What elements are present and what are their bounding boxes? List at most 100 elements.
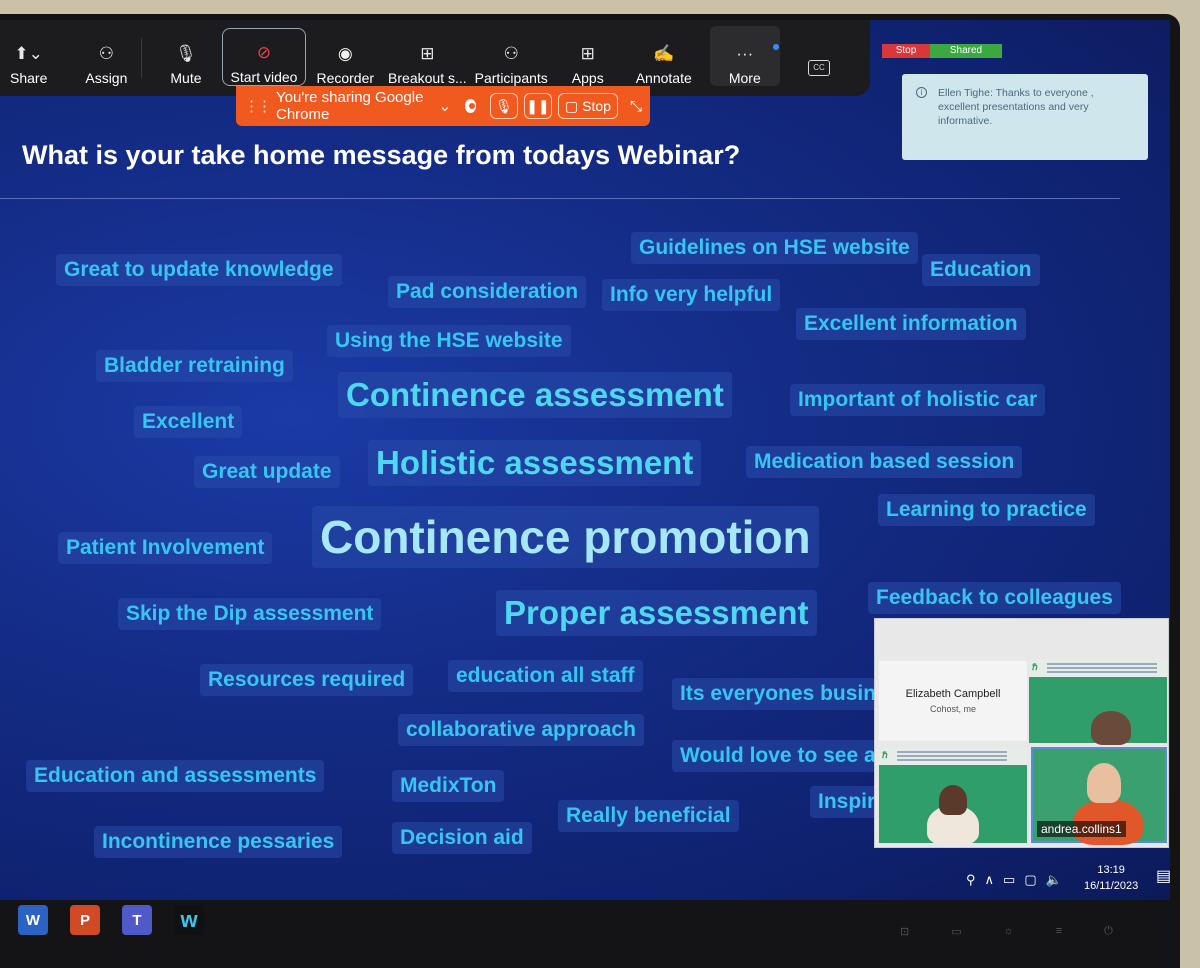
- word-cloud-item: Proper assessment: [496, 590, 817, 636]
- word-cloud-item: Important of holistic car: [790, 384, 1046, 416]
- word-cloud-item: Skip the Dip assessment: [118, 598, 382, 630]
- mute-label: Mute: [170, 70, 202, 86]
- clock-date: 16/11/2023: [1084, 880, 1139, 892]
- active-speaker-tile[interactable]: andrea.collins1: [1031, 747, 1167, 845]
- mute-button[interactable]: 🎙 Mute: [160, 26, 211, 86]
- shared-slide-thumbnail: [1029, 659, 1167, 677]
- participants-label: Participants: [474, 70, 548, 86]
- display-icon[interactable]: ▢: [1024, 872, 1036, 888]
- collapse-icon[interactable]: ⤡: [630, 98, 642, 115]
- share-screen-icon: ⬆⌄: [14, 44, 43, 63]
- picture-mode-icon[interactable]: ▭: [951, 925, 961, 938]
- toolbar-divider: [141, 38, 143, 78]
- chevron-down-icon[interactable]: ⌄: [439, 97, 452, 115]
- stop-share-label: Stop: [582, 98, 611, 114]
- captions-button[interactable]: CC: [808, 60, 830, 76]
- annotate-label: Annotate: [635, 70, 692, 86]
- drag-handle-icon[interactable]: ⋮⋮: [244, 97, 272, 115]
- word-cloud-item: Its everyones busin: [672, 678, 885, 710]
- system-tray: ⚲ ∧ ▭ ▢ 🔈: [966, 862, 1062, 898]
- word-cloud-item: Feedback to colleagues: [868, 582, 1121, 614]
- assign-button[interactable]: ⚇ Assign: [75, 26, 137, 86]
- notifications-icon[interactable]: ▤: [1156, 866, 1170, 886]
- system-clock[interactable]: 13:19 16/11/2023: [1084, 862, 1138, 894]
- stop-share-button[interactable]: ▢ Stop: [557, 93, 618, 119]
- participant-tile-video[interactable]: ℏ: [1029, 659, 1167, 745]
- word-cloud-item: Using the HSE website: [327, 325, 571, 357]
- pause-share-indicator-icon[interactable]: [465, 99, 476, 113]
- participant-video-panel: Elizabeth Campbell Cohost, me ℏ ℏ andrea…: [874, 618, 1169, 848]
- word-cloud-item: Bladder retraining: [96, 350, 293, 382]
- participant-role: Cohost, me: [929, 704, 977, 714]
- recorder-label: Recorder: [316, 70, 375, 86]
- people-icon[interactable]: ⚲: [966, 872, 976, 888]
- screen: What is your take home message from toda…: [0, 20, 1170, 900]
- brightness-icon[interactable]: ☼: [1004, 925, 1014, 938]
- powerpoint-app-icon[interactable]: P: [70, 905, 100, 935]
- breakout-rooms-label: Breakout s...: [388, 70, 467, 86]
- breakout-rooms-button[interactable]: ⊞ Breakout s...: [384, 26, 471, 86]
- participants-icon: ⚇: [503, 44, 519, 63]
- participant-tile-video[interactable]: ℏ: [879, 747, 1027, 845]
- annotate-icon: ✍: [653, 44, 675, 63]
- info-icon: i: [916, 87, 927, 98]
- volume-icon[interactable]: 🔈: [1046, 872, 1062, 888]
- power-icon[interactable]: ⏻: [1104, 925, 1113, 938]
- word-cloud-item: Great update: [194, 456, 340, 488]
- sharing-status: You're sharing Google Chrome: [276, 89, 424, 123]
- word-cloud-item: education all staff: [448, 660, 643, 692]
- chevron-up-icon[interactable]: ∧: [985, 872, 995, 888]
- recorder-button[interactable]: ◉ Recorder: [306, 26, 384, 86]
- microphone-toggle-button[interactable]: 🎙: [489, 93, 518, 119]
- chat-message: Ellen Tighe: Thanks to everyone , excell…: [938, 87, 1094, 127]
- word-cloud-item: Great to update knowledge: [56, 254, 342, 286]
- clock-time: 13:19: [1097, 864, 1125, 876]
- word-cloud-item: MedixTon: [392, 770, 505, 802]
- share-label: Share: [10, 70, 48, 86]
- shared-slide-thumbnail: [879, 747, 1027, 765]
- word-cloud-item: Resources required: [200, 664, 414, 696]
- share-button[interactable]: ⬆⌄ Share: [0, 26, 57, 86]
- word-cloud-item: Learning to practice: [878, 494, 1095, 526]
- webex-app-icon[interactable]: w: [174, 905, 204, 935]
- word-cloud-item: Would love to see a: [672, 740, 884, 772]
- word-cloud-item: Medication based session: [746, 446, 1023, 478]
- annotate-button[interactable]: ✍ Annotate: [626, 26, 702, 86]
- network-icon[interactable]: ▭: [1003, 872, 1015, 888]
- chat-notification[interactable]: i Ellen Tighe: Thanks to everyone , exce…: [902, 74, 1148, 160]
- word-cloud-item: Education: [922, 254, 1040, 286]
- pause-share-button[interactable]: ❚❚: [523, 93, 552, 119]
- screen-share-bar: ⋮⋮ You're sharing Google Chrome ⌄ 🎙 ❚❚ ▢…: [236, 86, 650, 126]
- video-off-icon: ⊘: [256, 43, 272, 62]
- input-source-icon[interactable]: ⊡: [900, 925, 909, 938]
- word-cloud-item: Guidelines on HSE website: [631, 232, 918, 264]
- menu-icon[interactable]: ≡: [1056, 925, 1062, 938]
- participant-head: [1087, 763, 1121, 803]
- word-cloud-item: collaborative approach: [398, 714, 644, 746]
- start-video-button[interactable]: ⊘ Start video: [221, 28, 307, 86]
- participant-head: [939, 785, 967, 815]
- stop-indicator[interactable]: Stop: [882, 44, 930, 58]
- more-icon: ···: [736, 44, 754, 63]
- shared-indicator: Shared: [930, 44, 1002, 58]
- participants-button[interactable]: ⚇ Participants: [471, 26, 552, 86]
- more-button[interactable]: ··· More: [709, 26, 780, 86]
- taskbar: W P T w: [18, 905, 204, 935]
- teams-app-icon[interactable]: T: [122, 905, 152, 935]
- word-cloud-item: Continence assessment: [338, 372, 732, 418]
- notification-dot: [773, 44, 779, 50]
- word-cloud-item: Inspir: [810, 786, 884, 818]
- participant-tile-name[interactable]: Elizabeth Campbell Cohost, me: [879, 661, 1027, 741]
- microphone-icon: 🎙: [175, 44, 197, 63]
- assign-person-icon: ⚇: [98, 44, 114, 63]
- active-speaker-name: andrea.collins1: [1037, 821, 1126, 837]
- assign-label: Assign: [85, 70, 128, 86]
- slide-title: What is your take home message from toda…: [22, 140, 741, 170]
- meeting-toolbar: ⬆⌄ Share ⚇ Assign 🎙 Mute ⊘ Start video ◉…: [0, 20, 870, 96]
- word-cloud-item: Incontinence pessaries: [94, 826, 343, 858]
- apps-icon: ⊞: [580, 44, 595, 63]
- word-app-icon[interactable]: W: [18, 905, 48, 935]
- word-cloud-item: Pad consideration: [388, 276, 587, 308]
- apps-button[interactable]: ⊞ Apps: [562, 26, 614, 86]
- participant-name: Elizabeth Campbell: [905, 688, 1001, 700]
